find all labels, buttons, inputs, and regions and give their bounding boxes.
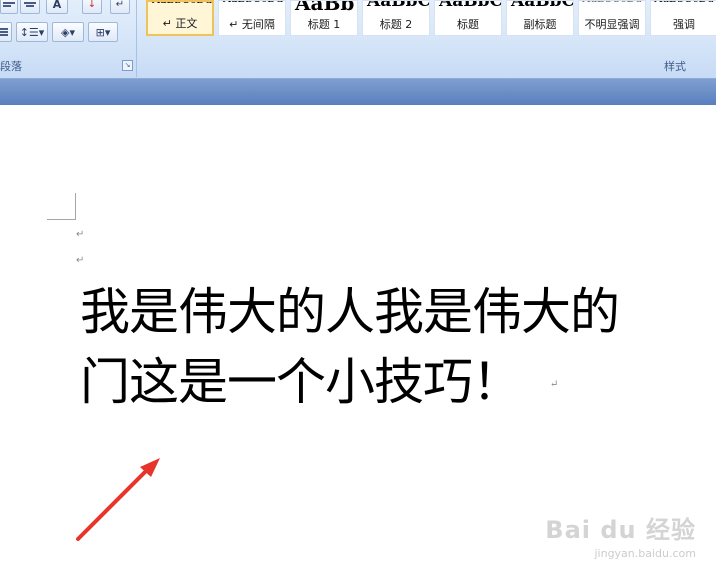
arrow-icon: ↵ (115, 0, 125, 10)
style-name: ↵ 正文 (162, 17, 198, 30)
style-sample: AaBbCcDd (223, 1, 283, 5)
paragraph-dialog-launcher[interactable]: ↘ (122, 60, 133, 71)
style-sample: AaBb (295, 0, 355, 15)
styles-group-label: 样式 (664, 60, 686, 73)
align-left-button[interactable] (0, 0, 18, 14)
line-spacing-icon: ↕☰▾ (19, 25, 45, 39)
style-tile[interactable]: AaBbC 标题 2 (362, 0, 430, 36)
text-format-button[interactable]: A (46, 0, 68, 14)
align-center-button[interactable] (20, 0, 40, 14)
ribbon: A ↓ ↵ ↕☰▾ ◈▾ ⊞▾ 段落 ↘ AaBbCcDd↵ 正文AaBbCcD… (0, 0, 716, 79)
style-sample: AaBbCcDd (583, 1, 643, 5)
style-name: 副标题 (523, 18, 557, 31)
style-tile[interactable]: AaBbCcDd ↵ 无间隔 (218, 0, 286, 36)
style-sample: AaBbC (367, 0, 430, 11)
style-sample: AaBbC (439, 0, 502, 11)
style-name: 标题 1 (307, 18, 341, 31)
justify-icon (0, 27, 8, 37)
justify-button[interactable] (0, 22, 12, 42)
style-name: 标题 (457, 18, 479, 31)
baidu-logo: Bai du 经验 (545, 516, 696, 544)
document-page[interactable]: ↵ ↵ 我是伟大的人我是伟大的 门这是一个小技巧！ ↵ Bai du 经验 ji… (0, 105, 716, 574)
launcher-icon: ↘ (124, 61, 131, 69)
style-sample: AaBbCcDd (152, 2, 212, 6)
letter-a-icon: A (52, 0, 62, 11)
red-arrow-annotation (76, 458, 160, 541)
align-center-icon (24, 1, 36, 8)
paragraph-group: A ↓ ↵ ↕☰▾ ◈▾ ⊞▾ 段落 ↘ (0, 0, 137, 77)
style-name: ↵ 无间隔 (229, 18, 275, 31)
borders-button[interactable]: ⊞▾ (88, 22, 118, 42)
baidu-watermark: Bai du 经验 jingyan.baidu.com (545, 510, 696, 560)
paint-bucket-icon: ◈▾ (61, 25, 75, 39)
style-tile[interactable]: AaBbCcDd 不明显强调 (578, 0, 646, 36)
style-tile[interactable]: AaBbC 标题 (434, 0, 502, 36)
line-spacing-button[interactable]: ↕☰▾ (16, 22, 48, 42)
border-grid-icon: ⊞▾ (95, 25, 111, 39)
style-name: 强调 (673, 18, 695, 31)
show-marks-button[interactable]: ↵ (110, 0, 130, 14)
watermark-url: jingyan.baidu.com (594, 547, 696, 560)
style-tile[interactable]: AaBb 标题 1 (290, 0, 358, 36)
style-tile[interactable]: AaBbC 副标题 (506, 0, 574, 36)
style-name: 不明显强调 (584, 18, 640, 31)
style-name: 标题 2 (379, 18, 413, 31)
paragraph-group-label: 段落 (0, 60, 22, 73)
style-tile[interactable]: AaBbCcDd ↵ 正文 (146, 0, 214, 36)
shading-button[interactable]: ◈▾ (52, 22, 84, 42)
styles-group: AaBbCcDd ↵ 正文 AaBbCcDd ↵ 无间隔 AaBb 标题 1 AaBbC 标题… (140, 0, 716, 77)
align-left-icon (3, 1, 15, 8)
style-tile[interactable]: AaBbCcDd 强调 (650, 0, 716, 36)
sort-icon: ↓ (87, 0, 97, 10)
style-sample: AaBbCcDd (655, 1, 715, 5)
sort-button[interactable]: ↓ (82, 0, 102, 14)
ribbon-bottom-band (0, 79, 716, 105)
style-sample: AaBbC (511, 0, 574, 11)
